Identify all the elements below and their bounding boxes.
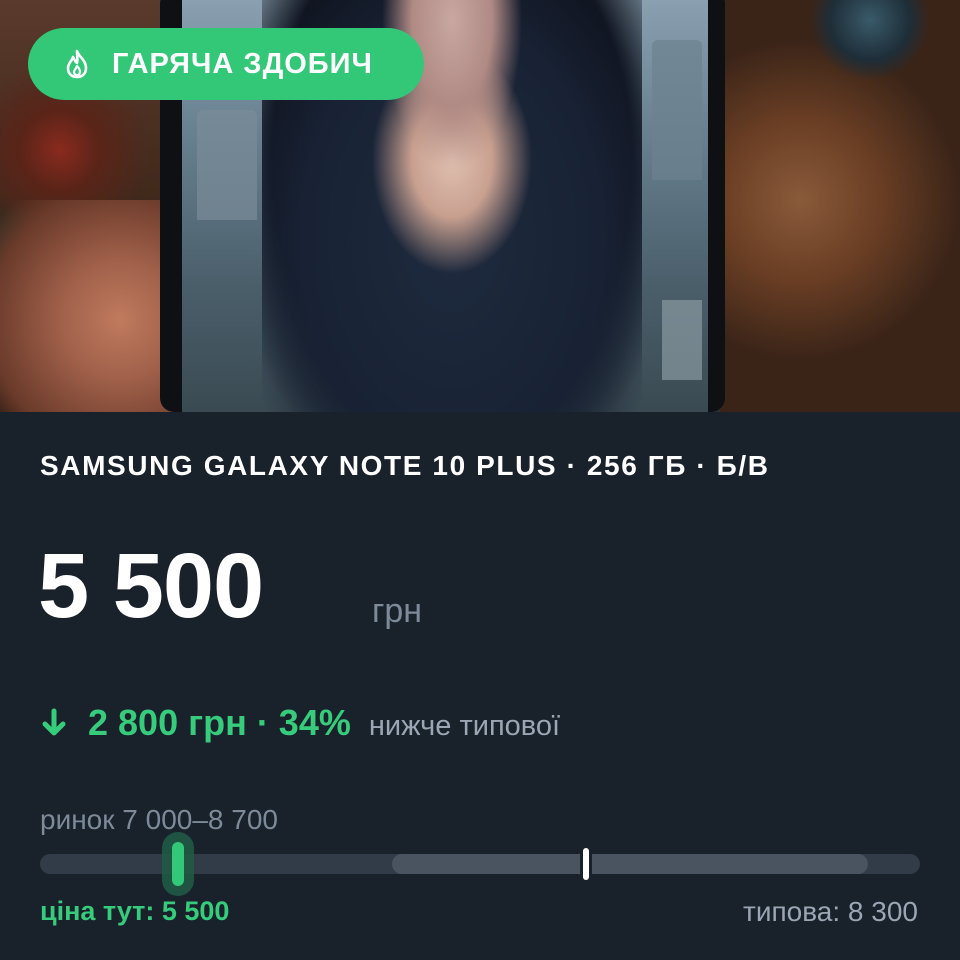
market-range-label: ринок 7 000–8 700: [40, 804, 278, 835]
hot-deal-badge: ГАРЯЧА ЗДОБИЧ: [28, 28, 424, 100]
market-range-bar: [392, 854, 868, 874]
typical-price-label: типова: 8 300: [743, 896, 918, 927]
listing-card[interactable]: ГАРЯЧА ЗДОБИЧ SAMSUNG GALAXY NOTE 10 PLU…: [0, 0, 960, 960]
screen-stone: [662, 300, 702, 380]
typical-price-marker: [580, 845, 592, 883]
current-price-marker: [172, 842, 184, 886]
badge-label: ГАРЯЧА ЗДОБИЧ: [112, 47, 373, 80]
savings-note: нижче типової: [368, 710, 561, 742]
price-currency: грн: [372, 592, 423, 630]
screen-stone: [197, 110, 257, 220]
photo-background-right: [720, 0, 960, 412]
screen-stone: [652, 40, 702, 180]
savings-row: 2 800 грн · 34% нижче типової: [40, 702, 560, 744]
arrow-down-icon: [40, 708, 68, 738]
flame-icon: [64, 49, 90, 79]
listing-title: SAMSUNG GALAXY NOTE 10 PLUS · 256 ГБ · Б…: [40, 450, 770, 481]
price-value: 5 500: [38, 535, 264, 637]
price-here-label: ціна тут: 5 500: [40, 896, 230, 926]
savings-amount: 2 800 грн · 34%: [88, 702, 351, 743]
